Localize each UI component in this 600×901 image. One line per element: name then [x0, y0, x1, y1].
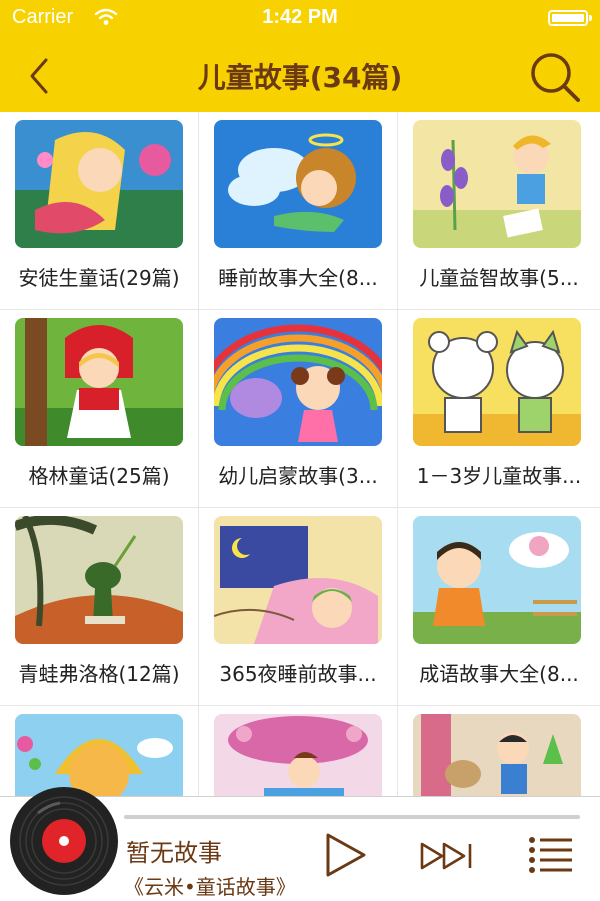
- grid-item[interactable]: 365夜睡前故事...: [199, 508, 398, 706]
- grid-item[interactable]: 青蛙弗洛格(12篇): [0, 508, 199, 706]
- battery-icon: [548, 10, 592, 26]
- play-icon: [326, 833, 366, 877]
- thumbnail-image: [214, 318, 382, 446]
- search-icon: [531, 53, 580, 102]
- grid-item-label: 格林童话(25篇): [28, 464, 170, 488]
- list-icon: [529, 837, 572, 873]
- grid-item[interactable]: 安徒生童话(29篇): [0, 112, 199, 310]
- grid-item[interactable]: 儿童益智故事(5...: [398, 112, 600, 310]
- grid-item[interactable]: 1－3岁儿童故事...: [398, 310, 600, 508]
- category-grid: 安徒生童话(29篇) 睡前故事大全(8... 儿童益智故事(5... 格林童话(…: [0, 112, 600, 796]
- thumbnail-image: [15, 516, 183, 644]
- grid-item[interactable]: 睡前故事大全(8...: [199, 112, 398, 310]
- page-title: 儿童故事(34篇): [197, 61, 403, 94]
- playlist-button[interactable]: [528, 835, 572, 879]
- grid-item[interactable]: [0, 706, 199, 796]
- grid-item[interactable]: 成语故事大全(8...: [398, 508, 600, 706]
- thumbnail-image: [15, 318, 183, 446]
- grid-item-label: 睡前故事大全(8...: [218, 266, 378, 290]
- grid-item[interactable]: [199, 706, 398, 796]
- grid-item-label: 1－3岁儿童故事...: [416, 464, 582, 488]
- skip-next-icon: [420, 842, 472, 870]
- thumbnail-image: [413, 714, 581, 796]
- playback-progress-bar[interactable]: [124, 815, 580, 819]
- thumbnail-image: [15, 120, 183, 248]
- thumbnail-image: [214, 516, 382, 644]
- grid-item-label: 成语故事大全(8...: [419, 662, 579, 686]
- grid-item-label: 安徒生童话(29篇): [18, 266, 180, 290]
- thumbnail-image: [214, 120, 382, 248]
- vinyl-record-icon[interactable]: [8, 785, 120, 897]
- thumbnail-image: [15, 714, 183, 796]
- now-playing-subtitle: 《云米•童话故事》: [124, 875, 296, 899]
- navigation-bar: 儿童故事(34篇): [0, 40, 600, 112]
- grid-item-label: 365夜睡前故事...: [219, 662, 377, 686]
- grid-item-label: 青蛙弗洛格(12篇): [18, 662, 180, 686]
- thumbnail-image: [214, 714, 382, 796]
- grid-item-label: 幼儿启蒙故事(3...: [218, 464, 378, 488]
- search-button[interactable]: [526, 48, 584, 104]
- grid-item[interactable]: 格林童话(25篇): [0, 310, 199, 508]
- thumbnail-image: [413, 120, 581, 248]
- clock: 1:42 PM: [262, 6, 338, 28]
- grid-item[interactable]: 幼儿启蒙故事(3...: [199, 310, 398, 508]
- grid-item-label: 儿童益智故事(5...: [419, 266, 579, 290]
- next-button[interactable]: [420, 841, 476, 875]
- play-button[interactable]: [322, 831, 370, 883]
- grid-item[interactable]: [398, 706, 600, 796]
- thumbnail-image: [413, 516, 581, 644]
- status-bar: Carrier 1:42 PM: [0, 0, 600, 40]
- now-playing-title: 暂无故事: [126, 839, 222, 867]
- mini-player: 暂无故事 《云米•童话故事》: [0, 787, 600, 901]
- thumbnail-image: [413, 318, 581, 446]
